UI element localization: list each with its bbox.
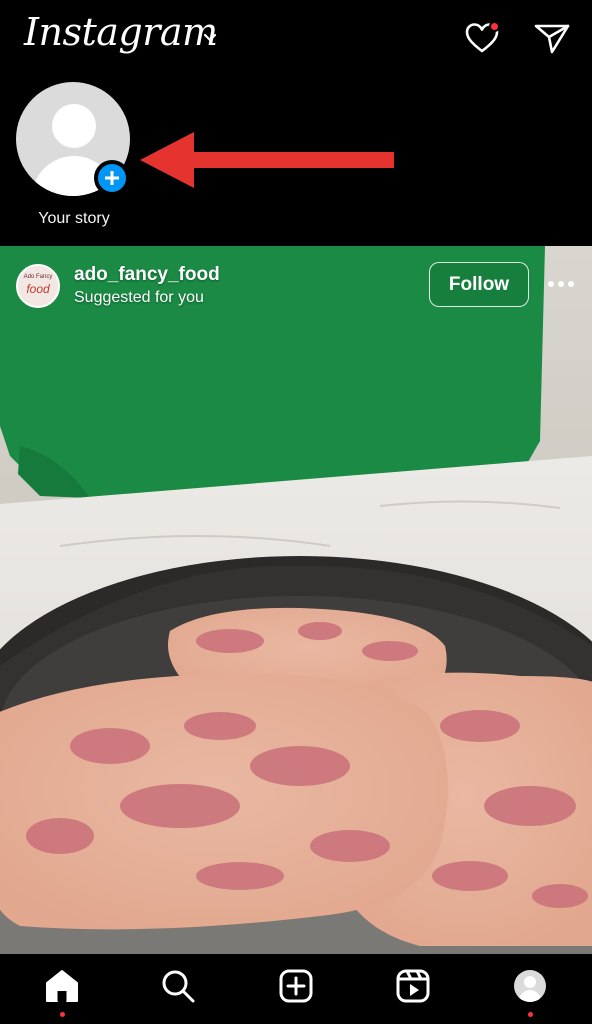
post-username[interactable]: ado_fancy_food — [74, 264, 220, 286]
story-your-story[interactable]: Your story — [16, 82, 132, 232]
notification-dot — [489, 21, 500, 32]
create-icon[interactable] — [276, 966, 316, 1006]
feed-post: Ado Fancy food ado_fancy_food Suggested … — [0, 246, 592, 954]
home-icon[interactable] — [42, 966, 82, 1006]
post-header: Ado Fancy food ado_fancy_food Suggested … — [0, 246, 592, 326]
instagram-logo[interactable]: Instagram — [24, 10, 218, 54]
more-horizontal-icon[interactable] — [544, 274, 578, 294]
post-subtitle: Suggested for you — [74, 289, 204, 306]
avatar-text-line2: food — [26, 282, 50, 296]
chevron-down-icon[interactable] — [201, 28, 219, 46]
post-author-avatar[interactable]: Ado Fancy food — [16, 264, 60, 308]
reels-icon[interactable] — [393, 966, 433, 1006]
send-icon[interactable] — [532, 18, 572, 58]
search-icon[interactable] — [158, 966, 198, 1006]
post-media[interactable] — [0, 246, 592, 954]
top-bar: Instagram — [0, 0, 592, 76]
bottom-nav — [0, 954, 592, 1024]
red-arrow-annotation — [140, 132, 394, 188]
profile-icon[interactable] — [510, 966, 550, 1006]
avatar-text-line1: Ado Fancy — [23, 274, 53, 280]
story-label: Your story — [38, 210, 110, 227]
profile-notification-dot — [528, 1012, 533, 1017]
follow-button[interactable]: Follow — [429, 262, 529, 307]
add-story-plus-icon[interactable] — [94, 160, 130, 196]
home-active-dot — [60, 1012, 65, 1017]
